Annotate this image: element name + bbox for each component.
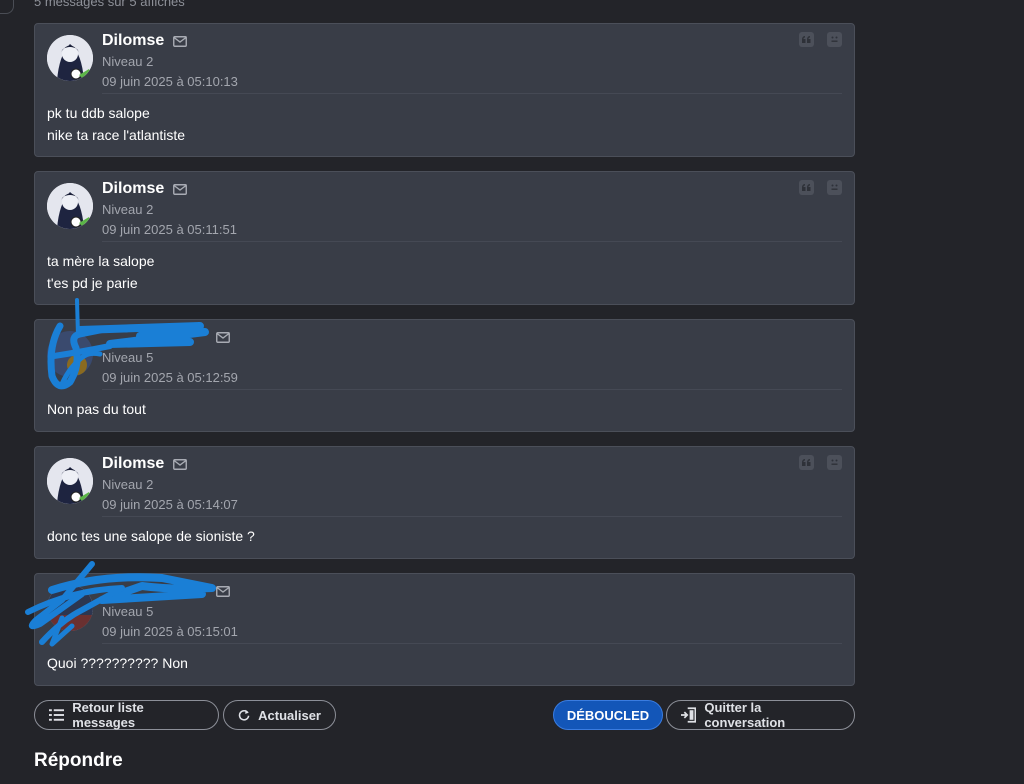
avatar[interactable] xyxy=(47,183,93,229)
message-line: Non pas du tout xyxy=(47,401,146,417)
message-line: pk tu ddb salope xyxy=(47,105,150,121)
message-card: Dilomse Niveau 2 09 juin 2025 à 05:14:07… xyxy=(34,446,855,559)
message-line: t'es pd je parie xyxy=(47,274,138,291)
message-date[interactable]: 09 juin 2025 à 05:11:51 xyxy=(102,222,237,237)
back-to-list-button[interactable]: Retour liste messages xyxy=(34,700,219,730)
user-level: Niveau 2 xyxy=(102,54,154,69)
message-date[interactable]: 09 juin 2025 à 05:10:13 xyxy=(102,74,238,89)
refresh-label: Actualiser xyxy=(258,707,321,723)
divider xyxy=(102,241,842,242)
message-date[interactable]: 09 juin 2025 à 05:15:01 xyxy=(102,624,238,639)
message-count: 5 messages sur 5 affichés xyxy=(34,0,185,9)
message-line: donc tes une salope de sioniste ? xyxy=(47,528,255,544)
primary-action-button[interactable]: DÉBOUCLED xyxy=(553,700,663,730)
divider xyxy=(102,516,842,517)
exit-door-icon xyxy=(681,707,697,723)
message-card: Niveau 5 09 juin 2025 à 05:12:59 Non pas… xyxy=(34,319,855,432)
message-line: ta mère la salope xyxy=(47,253,155,269)
report-icon[interactable] xyxy=(827,32,842,47)
user-level: Niveau 5 xyxy=(102,350,154,365)
mail-icon[interactable] xyxy=(173,459,187,470)
back-label: Retour liste messages xyxy=(72,700,144,730)
message-date[interactable]: 09 juin 2025 à 05:12:59 xyxy=(102,370,238,385)
message-date[interactable]: 09 juin 2025 à 05:14:07 xyxy=(102,497,238,512)
mail-icon[interactable] xyxy=(173,184,187,195)
avatar[interactable] xyxy=(47,331,93,377)
report-icon[interactable] xyxy=(827,455,842,470)
quote-icon[interactable] xyxy=(799,455,814,470)
quit-label: Quitter la conversation xyxy=(704,700,786,730)
avatar[interactable] xyxy=(47,458,93,504)
message-card: Dilomse Niveau 2 09 juin 2025 à 05:10:13… xyxy=(34,23,855,157)
quote-icon[interactable] xyxy=(799,32,814,47)
user-level: Niveau 2 xyxy=(102,477,154,492)
avatar[interactable] xyxy=(47,585,93,631)
mail-icon[interactable] xyxy=(173,36,187,47)
conversation-page: 5 messages sur 5 affichés Dilomse Niveau… xyxy=(0,0,1024,784)
primary-label: DÉBOUCLED xyxy=(566,707,650,723)
mail-icon[interactable] xyxy=(216,332,230,343)
divider xyxy=(102,389,842,390)
mail-icon[interactable] xyxy=(216,586,230,597)
message-card: Niveau 5 09 juin 2025 à 05:15:01 Quoi ??… xyxy=(34,573,855,686)
quit-conversation-button[interactable]: Quitter la conversation xyxy=(666,700,855,730)
scroll-corner xyxy=(0,0,14,14)
list-icon xyxy=(49,709,65,721)
author-name[interactable]: Dilomse xyxy=(102,32,164,50)
refresh-button[interactable]: Actualiser xyxy=(223,700,336,730)
reply-heading: Répondre xyxy=(34,750,123,771)
author-name[interactable]: Dilomse xyxy=(102,455,164,473)
message-line: Quoi ?????????? Non xyxy=(47,655,188,671)
message-card: Dilomse Niveau 2 09 juin 2025 à 05:11:51… xyxy=(34,171,855,305)
user-level: Niveau 5 xyxy=(102,604,154,619)
quote-icon[interactable] xyxy=(799,180,814,195)
user-level: Niveau 2 xyxy=(102,202,154,217)
report-icon[interactable] xyxy=(827,180,842,195)
message-line: nike ta race l'atlantiste xyxy=(47,126,186,143)
divider xyxy=(102,93,842,94)
refresh-icon xyxy=(238,709,250,721)
avatar[interactable] xyxy=(47,35,93,81)
divider xyxy=(102,643,842,644)
author-name[interactable]: Dilomse xyxy=(102,180,164,198)
